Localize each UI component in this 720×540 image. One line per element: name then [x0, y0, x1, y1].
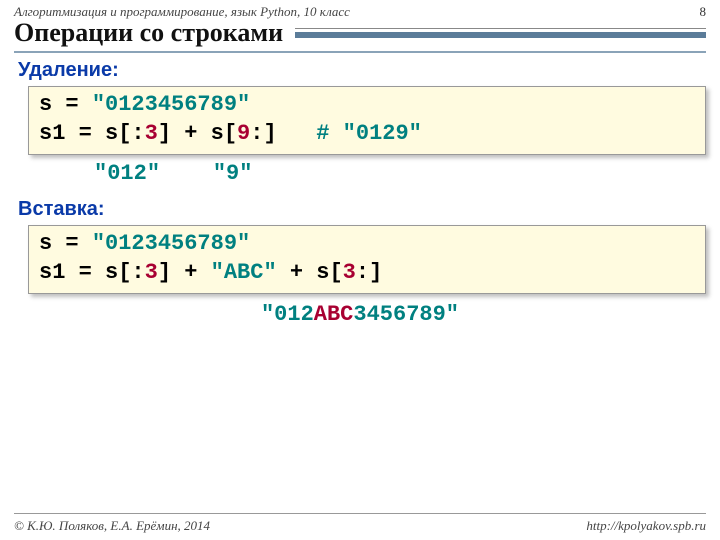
code-line: s1 = s[:3] + "ABC" + s[3:]	[39, 259, 695, 288]
title-row: Операции со строками	[0, 18, 720, 48]
section-delete-label: Удаление:	[0, 53, 720, 84]
insert-result: "012ABC3456789"	[0, 296, 720, 327]
section-insert-label: Вставка:	[0, 192, 720, 223]
page-number: 8	[700, 4, 707, 20]
code-box-insert: s = "0123456789" s1 = s[:3] + "ABC" + s[…	[28, 225, 706, 294]
code-line: s = "0123456789"	[39, 91, 695, 120]
footer: © К.Ю. Поляков, Е.А. Ерёмин, 2014 http:/…	[0, 518, 720, 534]
code-line: s1 = s[:3] + s[9:] # "0129"	[39, 120, 695, 149]
code-box-delete: s = "0123456789" s1 = s[:3] + s[9:] # "0…	[28, 86, 706, 155]
course-header: Алгоритмизация и программирование, язык …	[0, 0, 720, 20]
footer-url: http://kpolyakov.spb.ru	[586, 518, 706, 534]
slide-title: Операции со строками	[14, 18, 295, 48]
slide: Алгоритмизация и программирование, язык …	[0, 0, 720, 540]
delete-annotation: "012" "9"	[28, 157, 720, 192]
code-line: s = "0123456789"	[39, 230, 695, 259]
footer-divider	[14, 513, 706, 514]
footer-copyright: © К.Ю. Поляков, Е.А. Ерёмин, 2014	[14, 518, 210, 534]
title-decoration	[295, 28, 706, 38]
